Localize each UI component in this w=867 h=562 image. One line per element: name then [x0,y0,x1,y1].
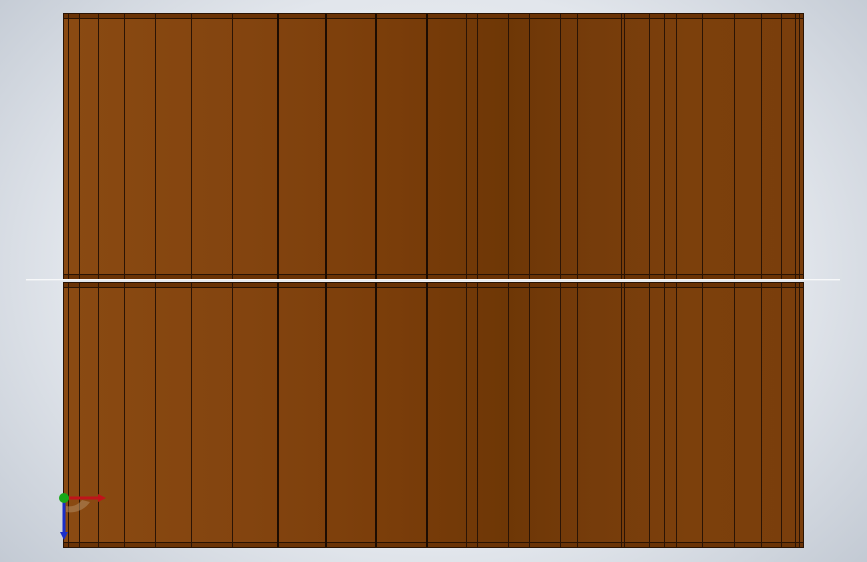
plank-seam [155,14,156,279]
triad-z-arrow [60,532,68,540]
plank-seam [702,283,703,547]
wood-panel-bottom[interactable] [63,282,804,548]
plank-seam [477,14,478,279]
plank-seam [98,14,99,279]
plank-seam [761,283,762,547]
plank-seam [466,283,467,547]
plank-seam [621,14,622,279]
graphics-viewport[interactable] [0,0,867,562]
plank-seam [375,283,377,547]
plank-seam [734,14,735,279]
section-line [26,279,840,281]
view-orientation-triad-icon[interactable] [52,482,112,544]
plank-seam [191,283,192,547]
plank-seam [124,283,125,547]
plank-seam [466,14,467,279]
plank-seam [799,14,800,279]
plank-seam [232,14,233,279]
plank-seam [799,283,800,547]
plank-seam [79,14,80,279]
plank-seam [508,283,509,547]
plank-seam [560,283,561,547]
plank-seam [529,14,530,279]
plank-seam [781,283,782,547]
plank-seam [624,283,625,547]
plank-seam [734,283,735,547]
triad-arc [66,500,90,513]
plank-seam [795,14,796,279]
plank-seam [664,283,665,547]
plank-seam [325,283,327,547]
plank-seam [325,14,327,279]
plank-seam [676,14,677,279]
triad-y-axis [59,493,69,503]
plank-seam [68,14,69,279]
plank-seam [577,14,578,279]
plank-seam [191,14,192,279]
plank-seam [426,283,428,547]
plank-seam [508,14,509,279]
plank-seam [795,283,796,547]
plank-seam [649,283,650,547]
panel-top-edge [64,283,803,288]
panel-top-edge [64,14,803,19]
plank-seam [375,14,377,279]
plank-seam [155,283,156,547]
triad-x-arrow [98,494,106,502]
plank-seam [277,283,279,547]
plank-seam [702,14,703,279]
wood-panel-top[interactable] [63,13,804,280]
plank-seam [621,283,622,547]
plank-seam [649,14,650,279]
plank-seam [676,283,677,547]
plank-seam [577,283,578,547]
plank-seam [477,283,478,547]
plank-seam [232,283,233,547]
plank-seam [529,283,530,547]
plank-seam [426,14,428,279]
plank-seam [277,14,279,279]
plank-seam [761,14,762,279]
plank-seam [560,14,561,279]
plank-seam [664,14,665,279]
plank-seam [124,14,125,279]
plank-seam [624,14,625,279]
panel-bottom-edge [64,542,803,547]
plank-seam [781,14,782,279]
